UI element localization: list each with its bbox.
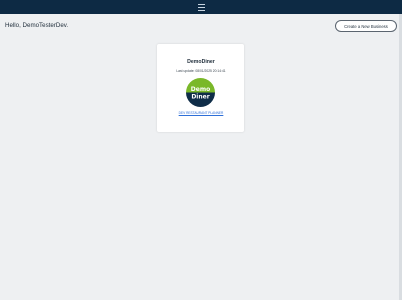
business-name: DemoDiner (187, 59, 215, 65)
logo-text-bottom: Diner (191, 94, 209, 101)
top-navigation-bar (0, 0, 402, 14)
create-new-business-button[interactable]: Create a New Business (335, 20, 397, 32)
restaurant-planner-link[interactable]: DEV RESTAURANT PLANNER (0, 111, 402, 115)
hamburger-menu-icon[interactable] (197, 3, 205, 11)
business-logo: Demo Diner (186, 78, 215, 107)
greeting-text: Hello, DemoTesterDev. (5, 22, 69, 29)
logo-text-top: Demo (191, 86, 210, 93)
last-update-text: Last update: 08/01/2025 20:14:41 (176, 69, 226, 73)
